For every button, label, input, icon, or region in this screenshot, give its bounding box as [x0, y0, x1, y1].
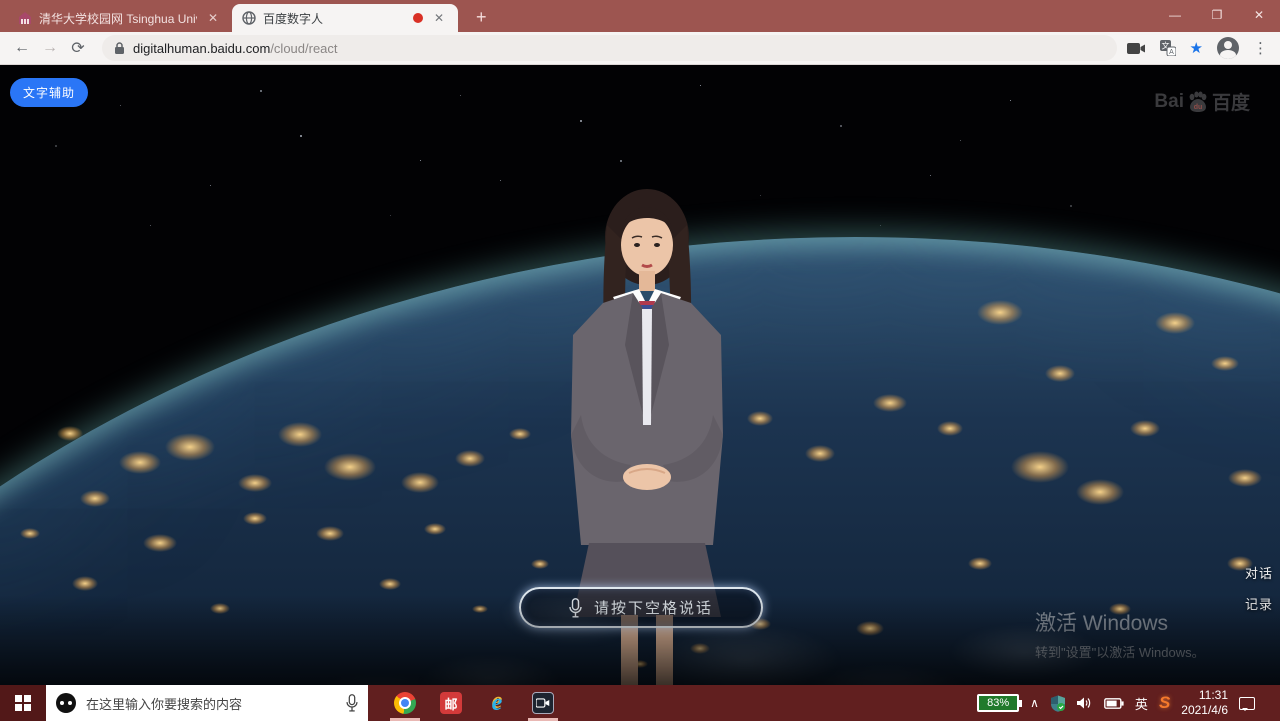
svg-text:du: du [1194, 104, 1203, 111]
taskbar-clock[interactable]: 11:31 2021/4/6 [1181, 688, 1228, 718]
record-tab[interactable]: 记录 [1245, 594, 1273, 613]
digital-human-viewport: 文字辅助 Bai du 百度 请按下空格说话 对话 [0, 65, 1280, 685]
input-language-indicator[interactable]: 英 [1135, 694, 1148, 713]
camera-app-icon [532, 692, 554, 714]
tsinghua-favicon-icon [18, 11, 32, 25]
tray-chevron-icon[interactable]: ∧ [1030, 696, 1039, 710]
microphone-icon [569, 598, 582, 618]
new-tab-button[interactable]: + [468, 8, 495, 26]
tab-title: 百度数字人 [263, 10, 406, 27]
tab-title: 清华大学校园网 Tsinghua Univ [39, 10, 197, 27]
baidu-logo-latin: Bai [1154, 91, 1184, 113]
taskbar-ie-button[interactable]: e [474, 685, 520, 721]
close-button[interactable]: ✕ [1238, 0, 1280, 30]
profile-avatar[interactable] [1217, 37, 1239, 59]
url-text: digitalhuman.baidu.com/cloud/react [133, 41, 338, 56]
window-controls: — ❐ ✕ [1154, 0, 1280, 30]
activate-windows-line2: 转到"设置"以激活 Windows。 [1035, 642, 1205, 661]
bookmark-star-icon[interactable]: ★ [1190, 39, 1203, 57]
windows-taskbar: 在这里输入你要搜索的内容 邮 e 83% ∧ [0, 685, 1280, 721]
lock-icon [114, 42, 125, 55]
url-path: /cloud/react [270, 41, 337, 56]
taskbar-mail-button[interactable]: 邮 [428, 685, 474, 721]
volume-icon[interactable] [1077, 696, 1093, 710]
activate-windows-line1: 激活 Windows [1035, 607, 1205, 637]
baidu-logo-cn: 百度 [1212, 88, 1250, 115]
dialog-tab[interactable]: 对话 [1245, 563, 1273, 582]
cortana-icon [56, 693, 76, 713]
action-center-icon[interactable] [1239, 697, 1255, 710]
recording-indicator-icon [413, 13, 423, 23]
internet-explorer-icon: e [492, 693, 503, 713]
maximize-button[interactable]: ❐ [1196, 0, 1238, 30]
mail-icon: 邮 [440, 692, 462, 714]
globe-favicon-icon [242, 11, 256, 25]
browser-toolbar: ← → ⟳ digitalhuman.baidu.com/cloud/react… [0, 32, 1280, 65]
push-to-talk-label: 请按下空格说话 [594, 597, 713, 618]
baidu-paw-icon: du [1186, 90, 1210, 114]
forward-button[interactable]: → [36, 34, 64, 62]
battery-tray-icon[interactable] [1104, 698, 1124, 709]
clock-date: 2021/4/6 [1181, 703, 1228, 718]
clock-time: 11:31 [1181, 688, 1228, 703]
baidu-watermark-logo: Bai du 百度 [1154, 88, 1250, 115]
taskbar-chrome-button[interactable] [382, 685, 428, 721]
address-bar[interactable]: digitalhuman.baidu.com/cloud/react [102, 35, 1117, 61]
translate-icon[interactable]: 文 A [1160, 40, 1176, 56]
windows-logo-icon [15, 695, 31, 711]
menu-kebab-icon[interactable]: ⋮ [1253, 39, 1268, 57]
tab-baidu-digital-human[interactable]: 百度数字人 ✕ [232, 4, 458, 32]
taskbar-camera-button[interactable] [520, 685, 566, 721]
back-button[interactable]: ← [8, 34, 36, 62]
defender-shield-icon[interactable] [1050, 695, 1066, 712]
svg-text:A: A [1169, 49, 1174, 56]
side-panel-tabs: 对话 记录 [1245, 563, 1273, 625]
text-assist-button[interactable]: 文字辅助 [10, 78, 88, 107]
chrome-icon [394, 692, 416, 714]
activate-windows-watermark: 激活 Windows 转到"设置"以激活 Windows。 [1035, 607, 1205, 661]
browser-tab-strip: 清华大学校园网 Tsinghua Univ ✕ 百度数字人 ✕ + — ❐ ✕ [0, 0, 1280, 32]
system-tray: 83% ∧ 英 S 11:31 20 [977, 685, 1280, 721]
tab-tsinghua[interactable]: 清华大学校园网 Tsinghua Univ ✕ [8, 4, 232, 32]
tab-close-icon[interactable]: ✕ [204, 10, 222, 26]
screen: 清华大学校园网 Tsinghua Univ ✕ 百度数字人 ✕ + — ❐ ✕ … [0, 0, 1280, 721]
reload-button[interactable]: ⟳ [64, 34, 92, 62]
camera-active-icon[interactable] [1127, 42, 1146, 55]
push-to-talk-button[interactable]: 请按下空格说话 [519, 587, 763, 628]
search-placeholder: 在这里输入你要搜索的内容 [86, 694, 336, 713]
toolbar-actions: 文 A ★ ⋮ [1127, 37, 1268, 59]
taskbar-search-box[interactable]: 在这里输入你要搜索的内容 [46, 685, 368, 721]
minimize-button[interactable]: — [1154, 0, 1196, 30]
start-button[interactable] [0, 685, 46, 721]
battery-percent-badge[interactable]: 83% [977, 694, 1019, 712]
url-domain: digitalhuman.baidu.com [133, 41, 270, 56]
search-mic-icon[interactable] [346, 694, 358, 712]
pinned-apps: 邮 e [382, 685, 566, 721]
sogou-input-icon[interactable]: S [1159, 693, 1170, 713]
tab-close-icon[interactable]: ✕ [430, 10, 448, 26]
